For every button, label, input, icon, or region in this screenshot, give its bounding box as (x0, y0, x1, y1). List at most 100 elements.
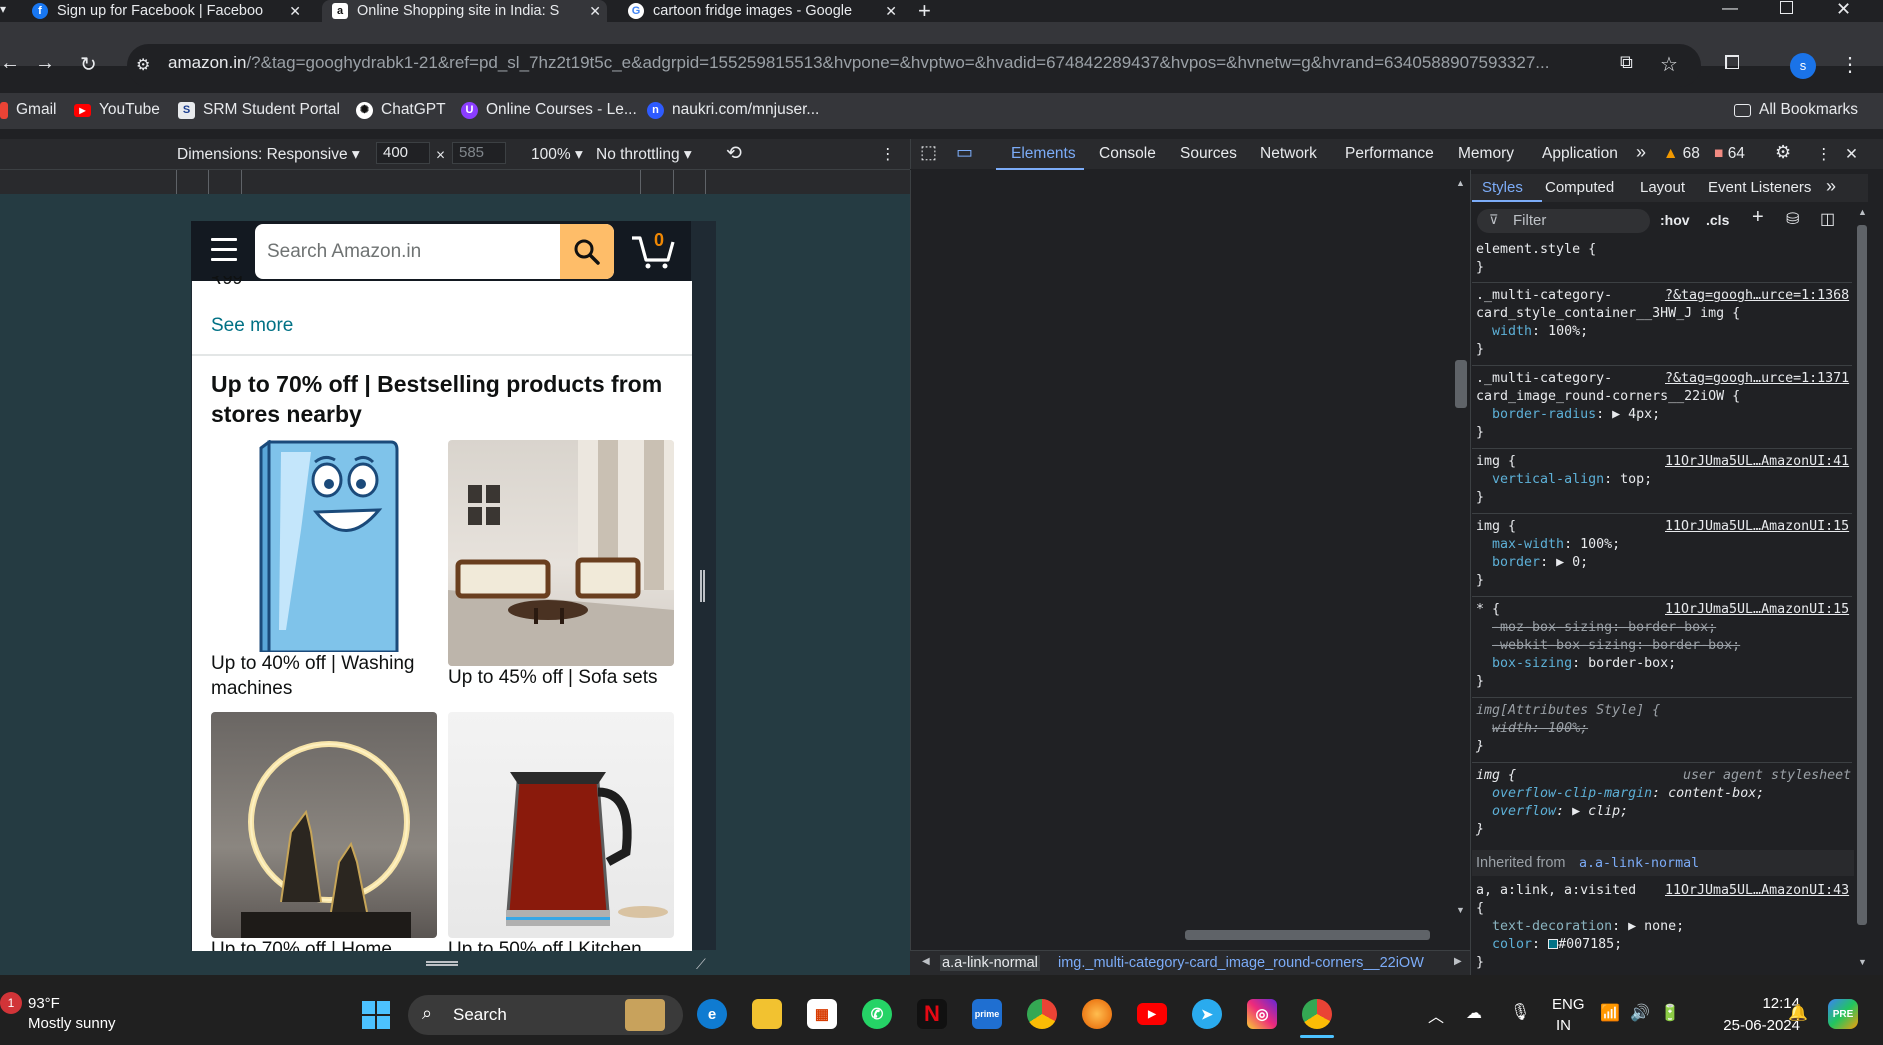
more-tabs-button[interactable]: » (1636, 142, 1646, 163)
tab-computed[interactable]: Computed (1545, 179, 1614, 196)
bookmark-chatgpt[interactable]: ✺ ChatGPT (356, 101, 446, 119)
tab-event-listeners[interactable]: Event Listeners (1708, 179, 1811, 196)
resize-handle-right[interactable] (700, 570, 705, 602)
copilot-icon[interactable]: PRE (1828, 999, 1858, 1029)
rule-source-link[interactable]: ?&tag=googh…urce=1:1371 (1665, 370, 1849, 388)
rule-property[interactable]: overflow (1492, 804, 1556, 819)
cls-toggle[interactable]: .cls (1706, 212, 1729, 228)
device-toggle-icon[interactable]: ▭ (956, 142, 973, 163)
sidebar-toggle-icon[interactable]: ◫ (1820, 209, 1835, 229)
wifi-icon[interactable]: 📶 (1600, 1003, 1620, 1023)
bookmark-naukri[interactable]: n naukri.com/mnjuser... (647, 101, 819, 119)
netflix-icon[interactable]: N (917, 999, 947, 1029)
product-card-image[interactable] (211, 439, 437, 654)
chrome-profile-icon[interactable] (1302, 999, 1332, 1029)
inspect-element-icon[interactable]: ⬚ (920, 142, 937, 163)
device-more-icon[interactable]: ⋮ (880, 145, 896, 164)
close-icon[interactable]: ✕ (289, 3, 301, 20)
region-indicator[interactable]: IN (1556, 1017, 1571, 1034)
tab-layout[interactable]: Layout (1640, 179, 1685, 196)
microphone-icon[interactable]: 🎙 (1510, 1002, 1530, 1022)
reload-icon[interactable]: ↻ (80, 52, 97, 77)
rule-property[interactable]: border (1492, 555, 1540, 570)
rule-property[interactable]: width (1492, 324, 1532, 339)
edge-icon[interactable]: e (697, 999, 727, 1029)
height-input[interactable]: 585 (452, 142, 506, 164)
tab-application[interactable]: Application (1542, 145, 1618, 163)
resize-handle-corner[interactable]: ⟋ (696, 956, 706, 973)
store-icon[interactable]: ▦ (807, 999, 837, 1029)
product-card-image[interactable] (448, 440, 674, 666)
url-text[interactable]: amazon.in/?&tag=googhydrabk1-21&ref=pd_s… (168, 53, 1618, 73)
tab-sources[interactable]: Sources (1180, 145, 1237, 163)
breadcrumb-item[interactable]: img._multi-category-card_image_round-cor… (1058, 955, 1424, 971)
tab-network[interactable]: Network (1260, 145, 1317, 163)
hov-toggle[interactable]: :hov (1660, 212, 1690, 228)
forward-icon[interactable]: → (35, 52, 55, 75)
rule-img-max-width[interactable]: img { max-width: 100%; border: ▶ 0; } (1476, 518, 1620, 590)
rule-value[interactable]: 0; (1572, 555, 1588, 570)
resize-handle-bottom[interactable] (426, 961, 458, 966)
taskbar-search[interactable]: ⌕ Search (408, 995, 683, 1035)
rule-property[interactable]: vertical-align (1492, 472, 1604, 487)
styles-more-button[interactable]: » (1826, 176, 1836, 197)
cart-button[interactable] (630, 230, 676, 275)
tab-facebook[interactable]: f Sign up for Facebook | Faceboo ✕ (22, 0, 307, 22)
bookmark-star-icon[interactable]: ☆ (1660, 52, 1678, 77)
rule-attributes-style[interactable]: img[Attributes Style] { width: 100%; } (1476, 702, 1660, 756)
rule-overridden-line[interactable]: -webkit-box-sizing: border-box; (1492, 638, 1740, 653)
tray-chevron-icon[interactable]: ︿ (1428, 1003, 1444, 1027)
new-tab-button[interactable]: + (918, 0, 931, 24)
minimize-button[interactable]: — (1722, 0, 1738, 18)
volume-icon[interactable]: 🔊 (1630, 1003, 1650, 1023)
rule-value[interactable]: 4px; (1628, 407, 1660, 422)
notification-bell-icon[interactable]: 🔔 (1788, 1003, 1808, 1023)
install-icon[interactable]: ⧉ (1620, 52, 1633, 73)
language-indicator[interactable]: ENG (1552, 996, 1585, 1013)
dimensions-dropdown[interactable]: Dimensions: Responsive ▾ (177, 145, 360, 164)
tab-google[interactable]: G cartoon fridge images - Google ✕ (618, 0, 903, 22)
profile-avatar[interactable]: s (1790, 53, 1816, 79)
tab-console[interactable]: Console (1099, 145, 1156, 163)
maximize-button[interactable] (1780, 1, 1793, 14)
dom-vertical-scrollbar[interactable]: ▲ ▼ (1452, 170, 1470, 925)
zoom-dropdown[interactable]: 100% ▾ (531, 145, 583, 164)
rule-value[interactable]: 100%; (1580, 537, 1620, 552)
new-rule-icon[interactable]: + (1752, 206, 1764, 229)
tab-search-icon[interactable]: ▾ (0, 2, 6, 16)
width-input[interactable]: 400 (376, 142, 430, 164)
rule-source-link[interactable]: 11OrJUma5UL…AmazonUI:43 (1665, 882, 1849, 900)
tab-memory[interactable]: Memory (1458, 145, 1514, 163)
rule-property[interactable]: box-sizing (1492, 656, 1572, 671)
search-button[interactable] (560, 224, 614, 279)
throttling-dropdown[interactable]: No throttling ▾ (596, 145, 692, 164)
rule-overridden-line[interactable]: -moz-box-sizing: border-box; (1492, 620, 1716, 635)
site-info-icon[interactable]: ⚙ (136, 55, 150, 75)
product-card-image[interactable] (448, 712, 674, 938)
instagram-icon[interactable]: ◎ (1247, 999, 1277, 1029)
weather-desc[interactable]: Mostly sunny (28, 1015, 116, 1032)
see-more-link[interactable]: See more (211, 315, 293, 337)
battery-icon[interactable]: 🔋 (1660, 1003, 1680, 1023)
close-icon[interactable]: ✕ (589, 3, 601, 20)
rule-source-link[interactable]: ?&tag=googh…urce=1:1368 (1665, 287, 1849, 305)
whatsapp-icon[interactable]: ✆ (862, 999, 892, 1029)
rule-source-link[interactable]: 11OrJUma5UL…AmazonUI:15 (1665, 601, 1849, 619)
rule-overridden-line[interactable]: width: 100%; (1492, 721, 1588, 736)
windows-start-icon[interactable] (362, 1001, 390, 1029)
chrome-icon[interactable] (1027, 999, 1057, 1029)
product-card-caption[interactable]: Up to 70% off | Home (211, 937, 437, 951)
menu-icon[interactable]: ⋮ (1840, 52, 1860, 77)
close-icon[interactable]: ✕ (885, 3, 897, 20)
warnings-badge[interactable]: ▲ 68 (1663, 145, 1700, 163)
rule-img-vertical-align[interactable]: img { vertical-align: top; } (1476, 453, 1652, 507)
weather-temp[interactable]: 93°F (28, 995, 60, 1012)
rule-value[interactable]: border-box; (1588, 656, 1676, 671)
product-card-image[interactable] (211, 712, 437, 938)
rule-value[interactable]: clip; (1588, 804, 1628, 819)
onedrive-icon[interactable]: ☁ (1466, 1003, 1482, 1023)
search-input[interactable]: Search Amazon.in (267, 241, 421, 263)
rule-value[interactable]: #007185; (1558, 937, 1622, 952)
rule-link-color[interactable]: a, a:link, a:visited { text-decoration: … (1476, 882, 1684, 972)
search-bar[interactable]: Search Amazon.in (255, 224, 614, 279)
